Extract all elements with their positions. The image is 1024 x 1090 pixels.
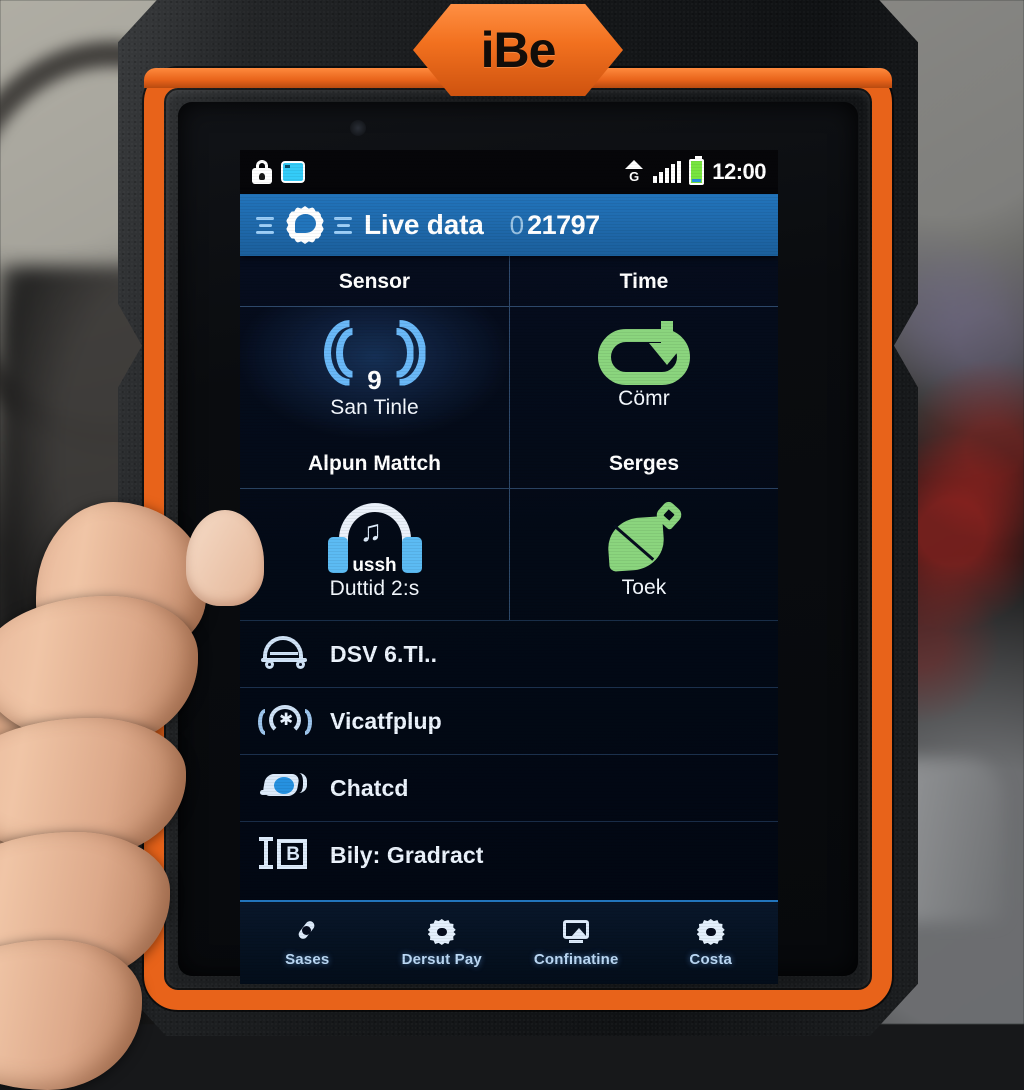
main-content: Sensor Time 9 San Tinle Cömr Alpun Mattc… <box>240 256 778 984</box>
nav-item-label: Confinatine <box>534 951 619 968</box>
loop-arrow-icon <box>598 329 690 385</box>
front-camera <box>350 120 366 136</box>
signal-bars-icon <box>653 161 681 183</box>
swoosh-right-icon <box>334 214 354 236</box>
list-item-label: DSV 6.TI.. <box>330 641 437 668</box>
leaf-trowel-icon <box>606 504 682 574</box>
headphones-icon: ♫ ussh <box>322 503 428 575</box>
list-item-label: Vicatfplup <box>330 708 442 735</box>
nav-item-confinatine[interactable]: Confinatine <box>509 918 644 968</box>
session-code: 0 21797 <box>510 210 600 241</box>
grid-cell-label: San Tinle <box>330 396 418 420</box>
bottom-nav-bar: Sases Dersut Pay Confinatine Costa <box>240 900 778 984</box>
headphones-badge: ussh <box>322 555 428 577</box>
app-title-bar: Live data 0 21797 <box>240 194 778 256</box>
gauge-icon: ✱ <box>258 701 312 741</box>
status-bar: G 12:00 <box>240 150 778 194</box>
status-bar-left <box>252 160 305 184</box>
grid-cell-label: Cömr <box>618 387 670 411</box>
column-header-time: Time <box>509 256 778 306</box>
chat-icon <box>258 768 312 808</box>
status-clock: 12:00 <box>712 159 766 185</box>
brand-badge-label: iBe <box>481 21 556 79</box>
nav-item-sases[interactable]: Sases <box>240 918 375 968</box>
nav-item-dersut-pay[interactable]: Dersut Pay <box>375 918 510 968</box>
list-item[interactable]: ✱ Vicatfplup <box>240 687 778 754</box>
nav-item-costa[interactable]: Costa <box>644 918 779 968</box>
session-code-prefix: 0 <box>510 210 524 241</box>
lock-bag-icon <box>252 160 272 184</box>
column-header-serges: Serges <box>509 438 778 488</box>
grid-cell-label: Toek <box>622 576 667 600</box>
car-icon <box>258 634 312 674</box>
brand-badge: iBe <box>413 4 623 96</box>
sensor-grid: Sensor Time 9 San Tinle Cömr Alpun Mattc… <box>240 256 778 620</box>
column-header-alpun-mattch: Alpun Mattch <box>240 438 509 488</box>
nav-item-label: Sases <box>285 951 329 968</box>
wifi-sensor-badge: 9 <box>316 365 434 396</box>
list-item[interactable]: DSV 6.TI.. <box>240 620 778 687</box>
screenshot-icon <box>281 161 305 183</box>
swoosh-left-icon <box>256 214 276 236</box>
page-title: Live data <box>364 209 484 241</box>
grid-cell-duttid[interactable]: ♫ ussh Duttid 2:s <box>240 488 509 620</box>
column-header-sensor: Sensor <box>240 256 509 306</box>
list-item[interactable]: B Bily: Gradract <box>240 821 778 888</box>
music-note-icon: ♫ <box>360 517 383 547</box>
list-item[interactable]: Chatcd <box>240 754 778 821</box>
status-bar-right: G 12:00 <box>623 159 766 185</box>
wifi-sensor-icon: 9 <box>316 320 434 394</box>
list-item-label: Bily: Gradract <box>330 842 484 869</box>
battery-icon <box>689 159 704 185</box>
grid-cell-comr[interactable]: Cömr <box>509 306 778 438</box>
gear-icon <box>427 918 457 946</box>
gear-speech-logo-icon <box>286 206 324 244</box>
grid-cell-label: Duttid 2:s <box>330 577 420 601</box>
gear-icon <box>696 918 726 946</box>
grid-cell-san-tinle[interactable]: 9 San Tinle <box>240 306 509 438</box>
grid-cell-toek[interactable]: Toek <box>509 488 778 620</box>
phone-icon <box>292 918 322 946</box>
list-item-label: Chatcd <box>330 775 409 802</box>
screen-icon <box>561 918 591 946</box>
g-network-icon: G <box>623 160 645 184</box>
nav-item-label: Dersut Pay <box>402 951 482 968</box>
menu-list: DSV 6.TI.. ✱ Vicatfplup Chatcd B <box>240 620 778 888</box>
billboard-icon: B <box>258 835 312 875</box>
tablet-screen[interactable]: G 12:00 Live data 0 21797 Sensor Time <box>240 150 778 984</box>
session-code-value: 21797 <box>527 210 600 241</box>
nav-item-label: Costa <box>689 951 732 968</box>
diagnostic-tablet: iBe G 12:00 Live data <box>118 0 918 1036</box>
